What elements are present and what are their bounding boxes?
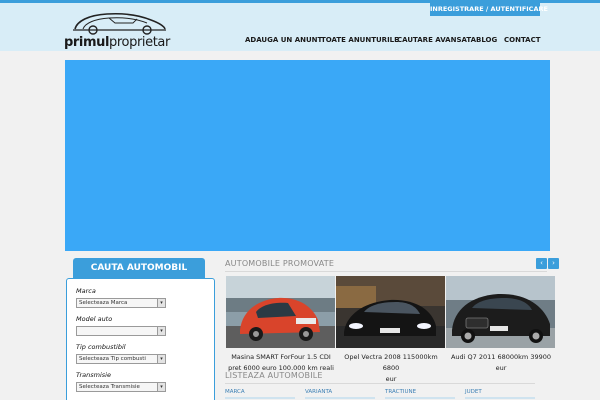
search-panel: Marca Selecteaza Marca ▾ Model auto ▾ Tip… [66,278,215,400]
nav-item-contact[interactable]: CONTACT [504,36,541,44]
column-header-traction[interactable]: TRACTIUNE [385,389,416,395]
nav-item-all-ads[interactable]: TOATE ANUNTURILE [321,36,399,44]
model-field-label: Model auto [76,315,113,323]
column-underline [385,397,455,399]
car-photo-audi[interactable] [446,276,555,348]
brand-select[interactable]: Selecteaza Marca ▾ [76,298,166,308]
car-caption-opel[interactable]: Opel Vectra 2008 115000km 6800 eur [335,352,447,385]
dropdown-arrow-icon: ▾ [157,299,165,307]
chevron-right-icon[interactable]: › [548,258,559,269]
fuel-field-label: Tip combustibil [76,343,126,351]
main-nav: ADAUGA UN ANUNT TOATE ANUNTURILE CAUTARE… [0,36,600,50]
site-header: primulproprietar INREGISTRARE / AUTENTIF… [0,3,600,51]
column-header-county[interactable]: JUDET [465,389,482,395]
promoted-section-title: AUTOMOBILE PROMOVATE [225,259,335,268]
dropdown-arrow-icon: ▾ [157,355,165,363]
dropdown-arrow-icon: ▾ [157,383,165,391]
car-caption-audi[interactable]: Audi Q7 2011 68000km 39900 eur [445,352,557,374]
hero-banner[interactable] [65,60,550,251]
nav-item-add-ad[interactable]: ADAUGA UN ANUNT [245,36,322,44]
transmission-field-label: Transmisie [76,371,111,379]
section-divider [225,271,547,272]
model-select[interactable]: ▾ [76,326,166,336]
section-divider [225,383,535,384]
column-underline [465,397,535,399]
column-header-variant[interactable]: VARIANTA [305,389,332,395]
car-image [446,276,555,348]
car-image [336,276,445,348]
dropdown-arrow-icon: ▾ [157,327,165,335]
listing-section-title: LISTEAZA AUTOMOBILE [225,371,323,380]
car-outline-icon [73,12,166,35]
column-underline [225,397,295,399]
search-panel-title: CAUTA AUTOMOBIL [73,258,205,278]
login-register-link[interactable]: INREGISTRARE / AUTENTIFICARE [430,3,548,16]
nav-item-advanced-search[interactable]: CAUTARE AVANSATA [397,36,476,44]
fuel-select[interactable]: Selecteaza Tip combusti ▾ [76,354,166,364]
car-photo-smart[interactable] [226,276,335,348]
column-header-brand[interactable]: MARCA [225,389,245,395]
brand-field-label: Marca [76,287,96,295]
car-photo-opel[interactable] [336,276,445,348]
chevron-left-icon[interactable]: ‹ [536,258,547,269]
column-underline [305,397,375,399]
transmission-select[interactable]: Selecteaza Transmisie ▾ [76,382,166,392]
car-image [226,276,335,348]
nav-item-blog[interactable]: BLOG [476,36,497,44]
